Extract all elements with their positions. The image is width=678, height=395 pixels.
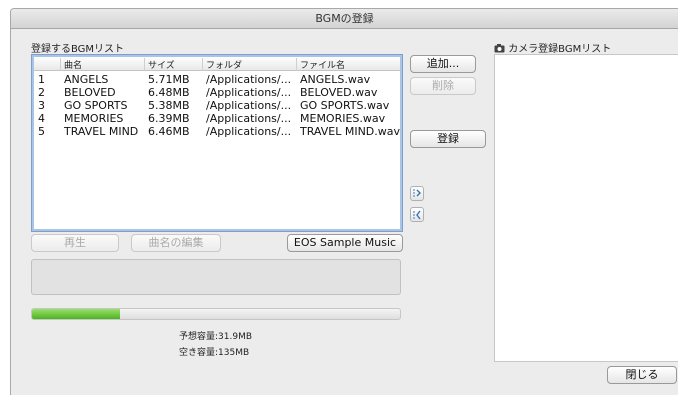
table-header: 曲名 サイズ フォルダ ファイル名 xyxy=(34,57,400,71)
camera-bgm-list[interactable] xyxy=(494,54,678,362)
table-row[interactable]: 2 BELOVED 6.48MB/Applications/... BELOVED.w… xyxy=(34,86,400,99)
cell-filename: ANGELS.wav xyxy=(300,73,371,86)
capacity-progress-bar xyxy=(31,308,401,320)
move-up-icon xyxy=(413,189,421,197)
move-down-icon xyxy=(413,210,421,220)
move-up-button[interactable] xyxy=(410,186,424,201)
cell-number: 2 xyxy=(38,86,45,99)
eos-sample-music-button[interactable]: EOS Sample Music xyxy=(287,234,403,252)
cell-number: 1 xyxy=(38,73,45,86)
cell-filename: BELOVED.wav xyxy=(300,86,378,99)
bgm-list-label: 登録するBGMリスト xyxy=(31,44,125,55)
cell-number: 3 xyxy=(38,99,45,112)
column-header-number[interactable] xyxy=(34,58,60,71)
cell-title: ANGELS xyxy=(64,73,109,86)
column-header-size[interactable]: サイズ xyxy=(144,58,202,71)
table-row[interactable]: 5 TRAVEL MIND 6.46MB/Applications/... TRAVE… xyxy=(34,125,400,138)
add-button[interactable]: 追加... xyxy=(410,55,476,73)
cell-title: GO SPORTS xyxy=(64,99,128,112)
cell-number: 5 xyxy=(38,125,45,138)
cell-size: 6.39MB xyxy=(148,112,190,125)
cell-size: 6.48MB xyxy=(148,86,190,99)
free-capacity: 空き容量:135MB xyxy=(179,348,250,358)
cell-folder: /Applications/... xyxy=(206,125,292,138)
column-header-filename[interactable]: ファイル名 xyxy=(296,58,402,71)
cell-folder: /Applications/... xyxy=(206,86,292,99)
table-row[interactable]: 1 ANGELS 5.71MB/Applications/... ANGELS.wav xyxy=(34,73,400,86)
camera-list-header: カメラ登録BGMリスト xyxy=(494,40,611,55)
capacity-progress-fill xyxy=(32,309,121,319)
estimated-capacity: 予想容量:31.9MB xyxy=(179,332,253,342)
table-row[interactable]: 4 MEMORIES 6.39MB/Applications/... MEMORIES… xyxy=(34,112,400,125)
cell-number: 4 xyxy=(38,112,45,125)
play-button[interactable]: 再生 xyxy=(31,234,119,252)
song-info-box xyxy=(31,259,401,295)
register-button[interactable]: 登録 xyxy=(410,130,486,148)
cell-title: BELOVED xyxy=(64,86,116,99)
bgm-song-table[interactable]: 曲名 サイズ フォルダ ファイル名 1 ANGELS 5.71MB/Applicat… xyxy=(31,54,403,232)
cell-folder: /Applications/... xyxy=(206,112,292,125)
move-down-button[interactable] xyxy=(410,207,424,222)
cell-filename: TRAVEL MIND.wav xyxy=(300,125,401,138)
column-header-folder[interactable]: フォルダ xyxy=(202,58,296,71)
cell-size: 5.38MB xyxy=(148,99,190,112)
cell-filename: MEMORIES.wav xyxy=(300,112,386,125)
cell-size: 6.46MB xyxy=(148,125,190,138)
cell-title: TRAVEL MIND xyxy=(64,125,139,138)
window-title: BGMの登録 xyxy=(11,9,678,29)
cell-folder: /Applications/... xyxy=(206,73,292,86)
cell-folder: /Applications/... xyxy=(206,99,292,112)
bgm-register-window: BGMの登録 登録するBGMリスト 曲名 サイズ フォルダ ファイル名 1 ANG… xyxy=(10,8,678,395)
edit-title-button[interactable]: 曲名の編集 xyxy=(131,234,221,252)
table-row[interactable]: 3 GO SPORTS 5.38MB/Applications/... GO SPOR… xyxy=(34,99,400,112)
camera-icon xyxy=(494,44,505,53)
delete-button[interactable]: 削除 xyxy=(410,77,476,95)
cell-size: 5.71MB xyxy=(148,73,190,86)
close-button[interactable]: 閉じる xyxy=(607,366,677,384)
column-header-title[interactable]: 曲名 xyxy=(60,58,144,71)
cell-title: MEMORIES xyxy=(64,112,124,125)
cell-filename: GO SPORTS.wav xyxy=(300,99,390,112)
